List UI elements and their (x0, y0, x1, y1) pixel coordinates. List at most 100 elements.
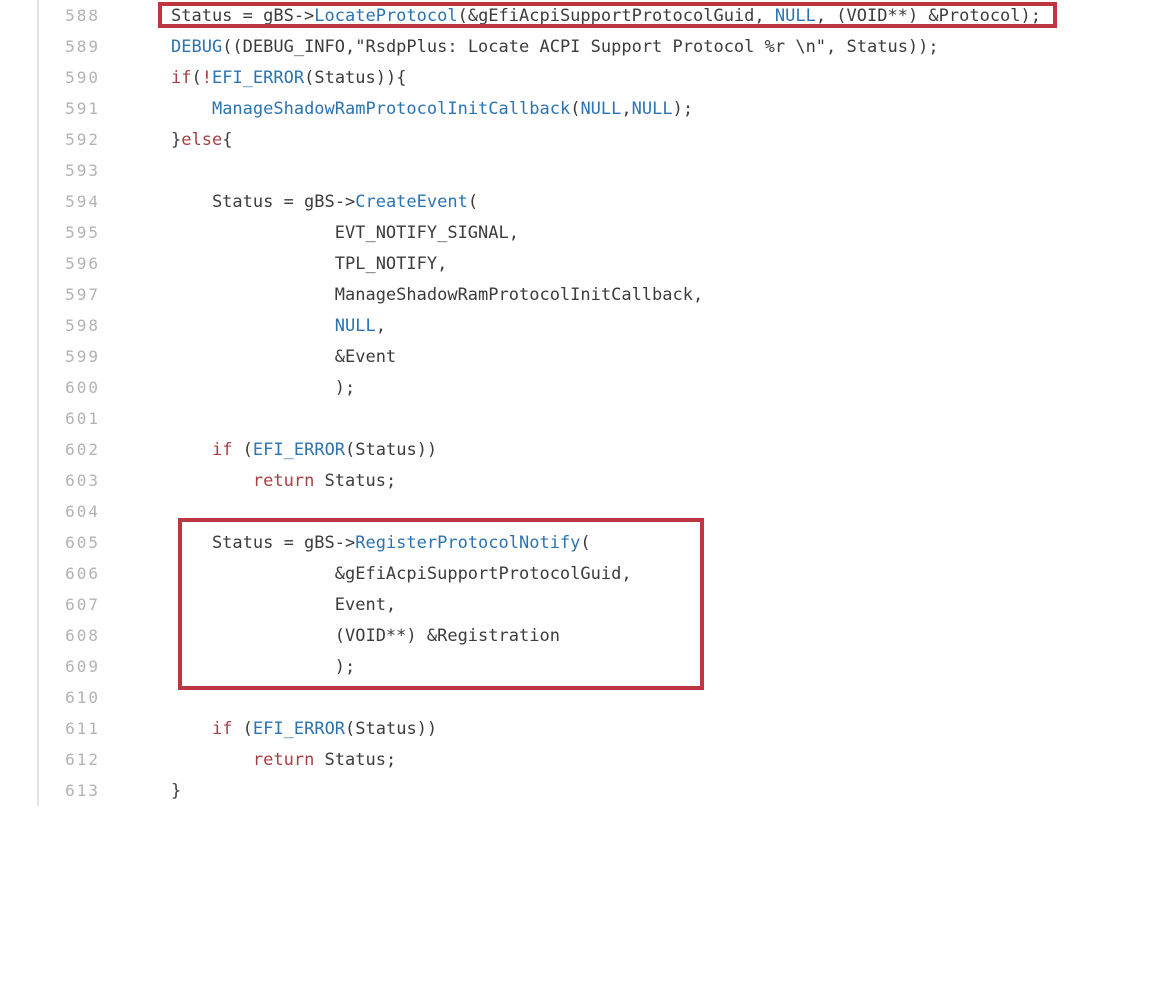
code-line: 613} (0, 775, 1155, 806)
code-line: 589DEBUG((DEBUG_INFO,"RsdpPlus: Locate A… (0, 31, 1155, 62)
line-number: 597 (0, 285, 100, 304)
line-number: 598 (0, 316, 100, 335)
code-line: 594 Status = gBS->CreateEvent( (0, 186, 1155, 217)
code-token: return (253, 750, 314, 770)
line-number: 609 (0, 657, 100, 676)
code-token: ManageShadowRamProtocolInitCallback, (171, 285, 703, 305)
code-line: 596 TPL_NOTIFY, (0, 248, 1155, 279)
line-number: 593 (0, 161, 100, 180)
code-text: if (EFI_ERROR(Status)) (171, 440, 437, 460)
code-token: Status; (314, 750, 396, 770)
code-token: if (171, 68, 191, 88)
code-token: &gEfiAcpiSupportProtocolGuid, (171, 564, 632, 584)
code-token: LocateProtocol (314, 6, 457, 26)
line-number: 605 (0, 533, 100, 552)
code-token: EFI_ERROR (253, 719, 345, 739)
line-number: 603 (0, 471, 100, 490)
code-text: ManageShadowRamProtocolInitCallback, (171, 285, 703, 305)
code-token (171, 719, 212, 739)
code-text: return Status; (171, 750, 396, 770)
code-token: { (222, 130, 232, 150)
code-token: (&gEfiAcpiSupportProtocolGuid, (458, 6, 775, 26)
code-text: Status = gBS->RegisterProtocolNotify( (171, 533, 591, 553)
code-text: TPL_NOTIFY, (171, 254, 447, 274)
code-token: (VOID**) &Registration (171, 626, 560, 646)
code-token: NULL (580, 99, 621, 119)
code-token: } (171, 130, 181, 150)
code-text: Status = gBS->LocateProtocol(&gEfiAcpiSu… (171, 6, 1041, 26)
code-token: (Status)) (345, 440, 437, 460)
code-line: 598 NULL, (0, 310, 1155, 341)
code-line: 590 if(!EFI_ERROR(Status)){ (0, 62, 1155, 93)
code-token: ( (570, 99, 580, 119)
code-token: Status = gBS-> (171, 6, 314, 26)
line-number: 591 (0, 99, 100, 118)
code-line: 603 return Status; (0, 465, 1155, 496)
code-token: EFI_ERROR (212, 68, 304, 88)
code-token: ); (673, 99, 693, 119)
code-token: (Status)){ (304, 68, 406, 88)
code-token: NULL (775, 6, 816, 26)
code-line: 601 (0, 403, 1155, 434)
code-token: if (212, 719, 232, 739)
code-token: else (181, 130, 222, 150)
code-line: 592}else{ (0, 124, 1155, 155)
code-token: , (VOID**) &Protocol); (816, 6, 1041, 26)
code-text: EVT_NOTIFY_SIGNAL, (171, 223, 519, 243)
code-text: NULL, (171, 316, 386, 336)
code-text: DEBUG((DEBUG_INFO,"RsdpPlus: Locate ACPI… (171, 37, 939, 57)
code-token: ( (191, 68, 201, 88)
line-number: 612 (0, 750, 100, 769)
code-text: &Event (171, 347, 396, 367)
code-line: 602 if (EFI_ERROR(Status)) (0, 434, 1155, 465)
code-text: ); (171, 657, 355, 677)
line-number: 600 (0, 378, 100, 397)
line-number: 607 (0, 595, 100, 614)
code-token (171, 316, 335, 336)
code-token: EVT_NOTIFY_SIGNAL, (171, 223, 519, 243)
line-number: 595 (0, 223, 100, 242)
code-token: ( (232, 440, 252, 460)
code-token (171, 750, 253, 770)
code-line: 600 ); (0, 372, 1155, 403)
code-line: 588 Status = gBS->LocateProtocol(&gEfiAcp… (0, 0, 1155, 31)
code-token (171, 471, 253, 491)
code-token: , (376, 316, 386, 336)
code-token: EFI_ERROR (253, 440, 345, 460)
code-token: CreateEvent (355, 192, 468, 212)
line-number: 594 (0, 192, 100, 211)
code-text: if (EFI_ERROR(Status)) (171, 719, 437, 739)
code-line: 591 ManageShadowRamProtocolInitCallback(… (0, 93, 1155, 124)
code-line: 599 &Event (0, 341, 1155, 372)
code-line: 606 &gEfiAcpiSupportProtocolGuid, (0, 558, 1155, 589)
code-line: 611 if (EFI_ERROR(Status)) (0, 713, 1155, 744)
code-token: ! (202, 68, 212, 88)
code-token: ManageShadowRamProtocolInitCallback (212, 99, 570, 119)
code-line: 595 EVT_NOTIFY_SIGNAL, (0, 217, 1155, 248)
code-token: } (171, 781, 181, 801)
code-text: if(!EFI_ERROR(Status)){ (171, 68, 406, 88)
code-token: ); (171, 657, 355, 677)
line-number: 611 (0, 719, 100, 738)
code-line: 604 (0, 496, 1155, 527)
line-number: 590 (0, 68, 100, 87)
code-text: ManageShadowRamProtocolInitCallback(NULL… (171, 99, 693, 119)
code-token: NULL (632, 99, 673, 119)
code-token: ((DEBUG_INFO,"RsdpPlus: Locate ACPI Supp… (222, 37, 938, 57)
line-number: 606 (0, 564, 100, 583)
code-token: Status; (314, 471, 396, 491)
code-line: 607 Event, (0, 589, 1155, 620)
code-token: DEBUG (171, 37, 222, 57)
code-token: &Event (171, 347, 396, 367)
code-token (171, 440, 212, 460)
line-number: 602 (0, 440, 100, 459)
line-number: 588 (0, 6, 100, 25)
line-number: 592 (0, 130, 100, 149)
code-text: &gEfiAcpiSupportProtocolGuid, (171, 564, 632, 584)
code-text: ); (171, 378, 355, 398)
code-line: 593 (0, 155, 1155, 186)
code-token: ( (232, 719, 252, 739)
code-token: ); (171, 378, 355, 398)
code-token: (Status)) (345, 719, 437, 739)
code-text: Event, (171, 595, 396, 615)
